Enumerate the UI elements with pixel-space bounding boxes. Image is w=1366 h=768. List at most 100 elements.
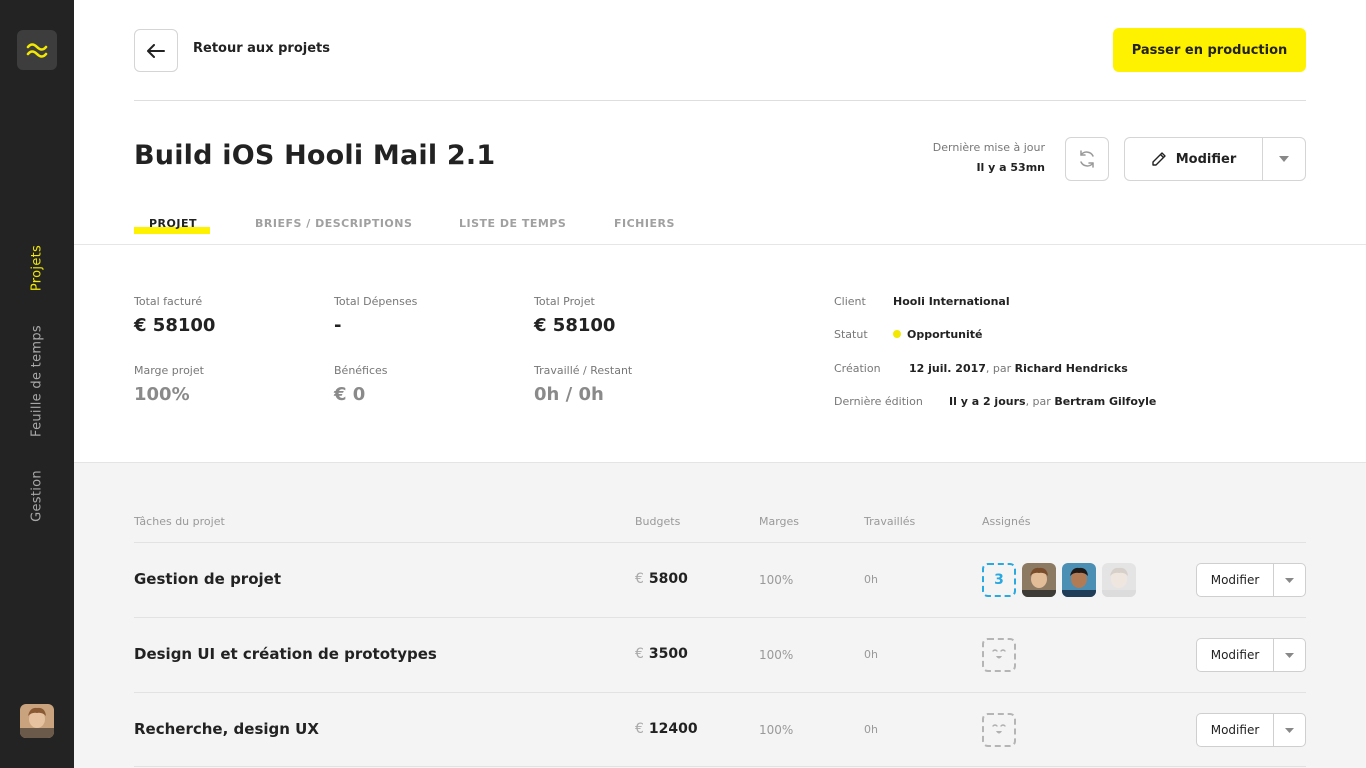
refresh-icon <box>1080 150 1094 168</box>
statut-value: Opportunité <box>893 328 983 341</box>
task-budget: €12400 <box>635 721 698 737</box>
edition-label: Dernière édition <box>834 395 923 408</box>
task-worked: 0h <box>864 648 878 661</box>
task-edit-dropdown[interactable] <box>1274 564 1305 596</box>
th-travailles: Travaillés <box>864 515 916 528</box>
tabs-divider <box>74 244 1366 245</box>
task-marge: 100% <box>759 723 794 737</box>
statut-label: Statut <box>834 328 868 341</box>
project-edit-button[interactable]: Modifier <box>1125 138 1263 180</box>
sidebar-item-feuille-de-temps[interactable]: Feuille de temps <box>30 325 45 437</box>
arrow-left-icon <box>147 43 165 58</box>
creation-by: , par <box>985 362 1012 375</box>
total-facture-value: € 58100 <box>134 315 216 336</box>
task-edit-group: Modifier <box>1196 713 1306 747</box>
task-edit-group: Modifier <box>1196 638 1306 672</box>
benefices-value: € 0 <box>334 384 366 405</box>
sidebar: Projets Feuille de temps Gestion <box>0 0 74 768</box>
edition-value: Il y a 2 jours, par Bertram Gilfoyle <box>949 395 1156 408</box>
th-marges: Marges <box>759 515 800 528</box>
task-edit-group: Modifier <box>1196 563 1306 597</box>
caret-down-icon <box>1285 652 1294 658</box>
page-title: Build iOS Hooli Mail 2.1 <box>134 140 496 171</box>
smiley-placeholder-icon <box>992 649 1006 659</box>
total-facture-label: Total facturé <box>134 295 203 308</box>
table-divider <box>134 542 1306 543</box>
row-divider <box>134 617 1306 618</box>
currency-symbol: € <box>635 646 644 662</box>
tab-liste-de-temps[interactable]: LISTE DE TEMPS <box>459 217 566 230</box>
caret-down-icon <box>1285 727 1294 733</box>
edition-author: Bertram Gilfoyle <box>1054 395 1157 408</box>
task-edit-button[interactable]: Modifier <box>1197 564 1274 596</box>
project-edit-label: Modifier <box>1175 151 1237 167</box>
project-edit-group: Modifier <box>1124 137 1306 181</box>
assignee-avatar[interactable] <box>1062 563 1096 597</box>
add-assignee-button[interactable] <box>982 638 1016 672</box>
assignee-count-badge[interactable]: 3 <box>982 563 1016 597</box>
marge-projet-label: Marge projet <box>134 364 204 377</box>
refresh-button[interactable] <box>1065 137 1109 181</box>
task-edit-button[interactable]: Modifier <box>1197 639 1274 671</box>
tab-fichiers[interactable]: FICHIERS <box>614 217 675 230</box>
back-button[interactable] <box>134 29 178 72</box>
total-depenses-label: Total Dépenses <box>334 295 418 308</box>
total-depenses-value: - <box>334 315 342 336</box>
production-button[interactable]: Passer en production <box>1113 28 1306 72</box>
currency-symbol: € <box>635 721 644 737</box>
pencil-icon <box>1152 152 1166 166</box>
budget-value: 12400 <box>648 721 698 737</box>
project-edit-dropdown[interactable] <box>1263 138 1305 180</box>
task-name[interactable]: Recherche, design UX <box>134 720 319 738</box>
user-avatar[interactable] <box>20 704 54 738</box>
task-edit-dropdown[interactable] <box>1274 714 1305 746</box>
task-edit-button[interactable]: Modifier <box>1197 714 1274 746</box>
currency-symbol: € <box>635 571 644 587</box>
back-link-label[interactable]: Retour aux projets <box>193 41 330 56</box>
row-divider <box>134 692 1306 693</box>
travaille-restant-value: 0h / 0h <box>534 384 604 405</box>
last-update-value: Il y a 53mn <box>976 161 1045 174</box>
client-value: Hooli International <box>893 295 1010 308</box>
sidebar-item-projets[interactable]: Projets <box>30 245 45 291</box>
creation-label: Création <box>834 362 881 375</box>
budget-value: 5800 <box>648 571 688 587</box>
row-divider <box>134 766 1306 767</box>
task-marge: 100% <box>759 573 794 587</box>
sidebar-item-gestion[interactable]: Gestion <box>30 470 45 522</box>
tab-projet[interactable]: PROJET <box>149 217 197 230</box>
travaille-restant-label: Travaillé / Restant <box>534 364 633 377</box>
creation-value: 12 juil. 2017, par Richard Hendricks <box>909 362 1128 375</box>
edition-by: , par <box>1025 395 1051 408</box>
assignee-avatar[interactable] <box>1022 563 1056 597</box>
th-taches: Tâches du projet <box>134 515 225 528</box>
assignee-avatar[interactable] <box>1102 563 1136 597</box>
add-assignee-button[interactable] <box>982 713 1016 747</box>
th-assignes: Assignés <box>982 515 1031 528</box>
last-update-label: Dernière mise à jour <box>932 141 1045 154</box>
creation-date: 12 juil. 2017 <box>909 362 986 375</box>
tab-briefs-descriptions[interactable]: BRIEFS / DESCRIPTIONS <box>255 217 412 230</box>
caret-down-icon <box>1285 577 1294 583</box>
status-dot <box>893 330 901 338</box>
total-projet-label: Total Projet <box>534 295 595 308</box>
task-name[interactable]: Design UI et création de prototypes <box>134 645 437 663</box>
header-divider <box>134 100 1306 101</box>
task-worked: 0h <box>864 723 878 736</box>
th-budgets: Budgets <box>635 515 681 528</box>
smiley-placeholder-icon <box>992 724 1006 734</box>
task-worked: 0h <box>864 573 878 586</box>
task-marge: 100% <box>759 648 794 662</box>
client-label: Client <box>834 295 866 308</box>
caret-down-icon <box>1279 156 1289 162</box>
status-text: Opportunité <box>907 328 983 341</box>
client-name: Hooli International <box>893 295 1010 308</box>
marge-projet-value: 100% <box>134 384 190 405</box>
task-edit-dropdown[interactable] <box>1274 639 1305 671</box>
wave-logo-icon <box>26 43 48 58</box>
app-logo[interactable] <box>17 30 57 70</box>
edition-date: Il y a 2 jours <box>949 395 1026 408</box>
task-name[interactable]: Gestion de projet <box>134 570 281 588</box>
task-budget: €3500 <box>635 646 688 662</box>
benefices-label: Bénéfices <box>334 364 388 377</box>
